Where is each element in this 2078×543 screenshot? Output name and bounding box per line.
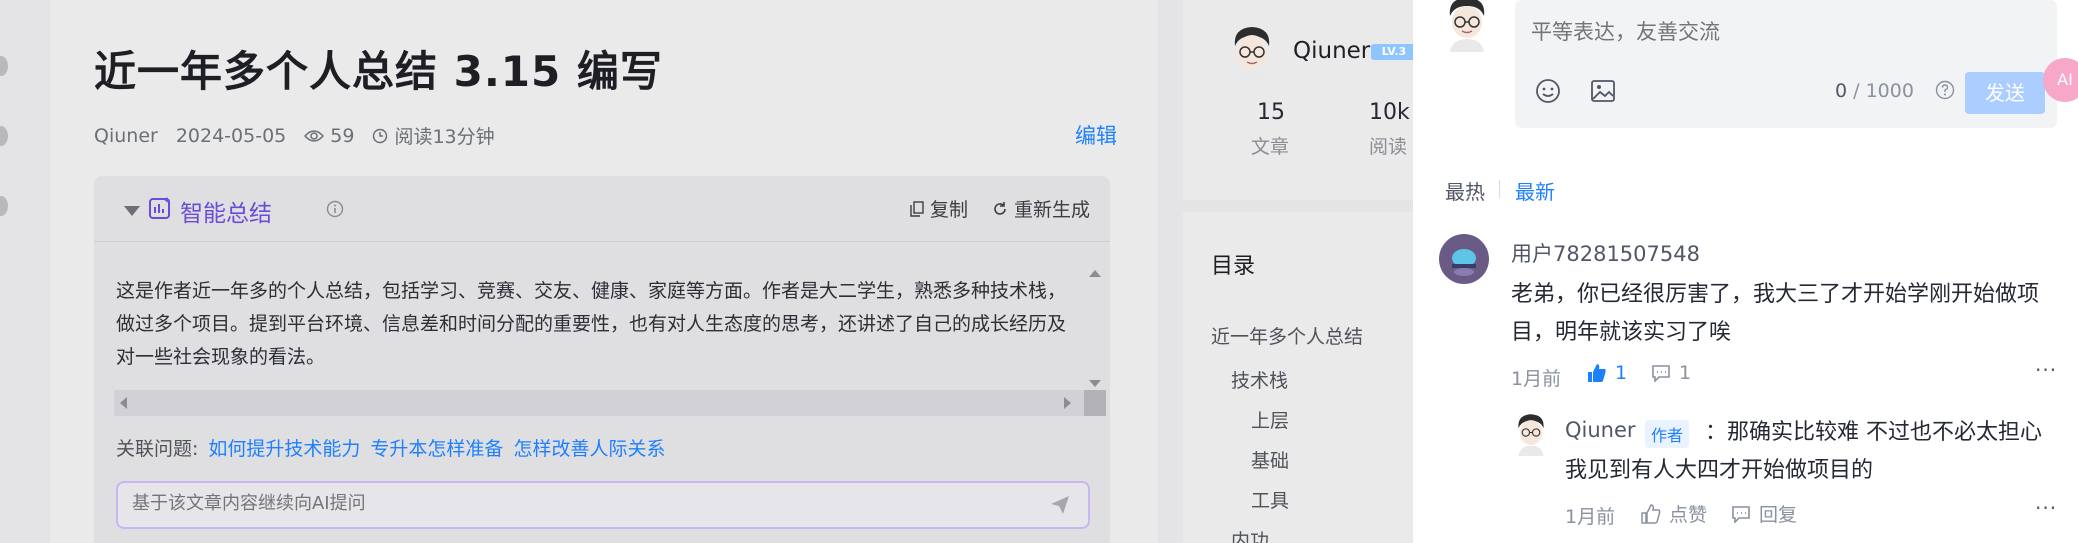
sort-hot-tab[interactable]: 最热 bbox=[1445, 176, 1485, 205]
author-card: Qiuner LV.3 15 文章 10k 阅读 bbox=[1183, 0, 1423, 200]
level-badge: LV.3 bbox=[1371, 44, 1417, 60]
comment-icon bbox=[1732, 505, 1750, 523]
summary-title: 智能总结 bbox=[180, 201, 272, 227]
commenter-avatar[interactable] bbox=[1439, 234, 1489, 284]
scroll-right-icon[interactable] bbox=[1064, 397, 1071, 409]
related-question[interactable]: 怎样改善人际关系 bbox=[513, 434, 665, 461]
more-options-icon[interactable]: ··· bbox=[2035, 496, 2057, 520]
reply-like-button[interactable]: 点赞 bbox=[1641, 500, 1707, 527]
publish-date: 2024-05-05 bbox=[175, 124, 287, 147]
related-question[interactable]: 如何提升技术能力 bbox=[208, 434, 360, 461]
toc-item[interactable]: 上层 bbox=[1251, 406, 1289, 433]
related-question[interactable]: 专升本怎样准备 bbox=[370, 434, 503, 461]
thumbs-up-icon bbox=[1588, 364, 1606, 382]
comment-input-box: 0 / 1000 发送 bbox=[1515, 0, 2057, 128]
rail-dot[interactable] bbox=[0, 56, 8, 76]
author-link[interactable]: Qiuner bbox=[94, 125, 158, 147]
more-options-icon[interactable]: ··· bbox=[2035, 358, 2057, 382]
like-button[interactable]: 1 bbox=[1587, 362, 1627, 384]
author-tag: 作者 bbox=[1645, 420, 1690, 448]
reply-text: ：那确实比较难 不过也不必太担心 我见到有人大四才开始做项目的 bbox=[1565, 420, 2042, 483]
article-panel: 近一年多个人总结 3.15 编写 Qiuner 2024-05-05 59 阅读… bbox=[50, 0, 1158, 543]
stat-articles-label: 文章 bbox=[1251, 136, 1290, 158]
reply-author-avatar[interactable] bbox=[1511, 412, 1551, 456]
summary-text: 这是作者近一年多的个人总结，包括学习、竞赛、交友、健康、家庭等方面。作者是大二学… bbox=[116, 280, 1067, 368]
scroll-down-icon[interactable] bbox=[1089, 380, 1101, 387]
edit-link[interactable]: 编辑 bbox=[1075, 120, 1117, 150]
eye-icon bbox=[304, 129, 325, 142]
help-icon[interactable] bbox=[1935, 80, 1955, 100]
ai-ask-box bbox=[116, 481, 1090, 529]
char-counter: 0 / 1000 bbox=[1835, 80, 1914, 102]
author-avatar[interactable] bbox=[1225, 24, 1279, 86]
sort-new-tab[interactable]: 最新 bbox=[1515, 176, 1555, 205]
toc-item[interactable]: 工具 bbox=[1251, 486, 1289, 513]
info-icon[interactable] bbox=[326, 200, 344, 218]
rail-dot[interactable] bbox=[0, 196, 8, 216]
scroll-left-icon[interactable] bbox=[120, 397, 127, 409]
thumbs-up-icon bbox=[1641, 503, 1661, 524]
clock-icon bbox=[373, 128, 388, 143]
comment-text: 老弟，你已经很厉害了，我大三了才开始学刚开始做项目，明年就该实习了唉 bbox=[1511, 282, 2040, 345]
reply-author-name[interactable]: Qiuner bbox=[1565, 418, 1636, 442]
rail-dot[interactable] bbox=[0, 126, 8, 146]
reply-reply-button[interactable]: 回复 bbox=[1731, 500, 1797, 527]
copy-icon bbox=[910, 200, 924, 217]
stat-articles-count: 15 bbox=[1257, 100, 1285, 125]
send-button[interactable]: 发送 bbox=[1965, 72, 2045, 114]
stat-reads-count: 10k bbox=[1369, 100, 1410, 125]
emoji-icon[interactable] bbox=[1535, 78, 1561, 104]
toc-item[interactable]: 技术栈 bbox=[1231, 366, 1288, 393]
ai-ask-input[interactable] bbox=[132, 493, 1012, 514]
regenerate-button[interactable]: 重新生成 bbox=[992, 195, 1090, 222]
toc-item[interactable]: 基础 bbox=[1251, 446, 1289, 473]
read-time: 阅读13分钟 bbox=[372, 122, 495, 149]
copy-button[interactable]: 复制 bbox=[910, 195, 968, 222]
toc-card: 目录 近一年多个人总结 技术栈 上层 基础 工具 内功 bbox=[1183, 212, 1423, 543]
current-user-avatar bbox=[1449, 0, 1485, 52]
article-title: 近一年多个人总结 3.15 编写 bbox=[94, 47, 663, 96]
refresh-icon bbox=[994, 201, 1006, 215]
article-meta: Qiuner 2024-05-05 59 阅读13分钟 bbox=[94, 122, 513, 149]
reply-time: 1月前 bbox=[1565, 506, 1616, 528]
image-icon[interactable] bbox=[1591, 80, 1615, 102]
comment-input[interactable] bbox=[1531, 16, 2031, 56]
sort-divider bbox=[1499, 180, 1500, 198]
send-plane-icon[interactable] bbox=[1050, 495, 1070, 515]
related-label: 关联问题: bbox=[116, 438, 199, 460]
scrollbar-corner bbox=[1084, 390, 1106, 416]
comments-drawer: 0 / 1000 发送 AI 最热 最新 用户78281507548 老弟，你已… bbox=[1413, 0, 2078, 543]
vertical-scrollbar[interactable] bbox=[1084, 260, 1106, 390]
toc-title: 目录 bbox=[1211, 254, 1256, 279]
reply-button[interactable]: 1 bbox=[1651, 362, 1691, 384]
toc-item[interactable]: 内功 bbox=[1231, 526, 1269, 543]
toc-item[interactable]: 近一年多个人总结 bbox=[1211, 322, 1363, 349]
ai-summary-panel: 智能总结 复制 重新生成 这是作者近一年多的个人总结，包括学习、竞赛、交友、健康… bbox=[94, 176, 1110, 543]
horizontal-scrollbar[interactable] bbox=[114, 390, 1106, 416]
views: 59 bbox=[304, 125, 354, 147]
summary-header: 智能总结 复制 重新生成 bbox=[94, 176, 1110, 242]
author-name[interactable]: Qiuner bbox=[1293, 38, 1370, 64]
scroll-up-icon[interactable] bbox=[1089, 270, 1101, 277]
related-questions: 关联问题: 如何提升技术能力 专升本怎样准备 怎样改善人际关系 bbox=[116, 434, 665, 461]
comment-icon bbox=[1652, 365, 1670, 382]
stat-reads-label: 阅读 bbox=[1369, 136, 1408, 158]
commenter-name[interactable]: 用户78281507548 bbox=[1511, 238, 1700, 268]
collapse-caret-icon[interactable] bbox=[124, 206, 140, 216]
ai-summary-icon bbox=[149, 197, 170, 219]
comment-time: 1月前 bbox=[1511, 368, 1562, 390]
